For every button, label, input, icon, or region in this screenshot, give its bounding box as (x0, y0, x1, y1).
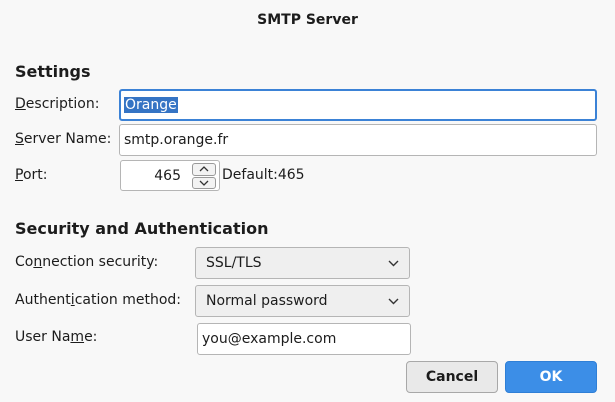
description-label: Description: (15, 96, 100, 112)
port-stepper-arrows (192, 163, 216, 189)
dialog-title: SMTP Server (257, 12, 358, 28)
server-name-label: Server Name: (15, 131, 112, 147)
cancel-button[interactable]: Cancel (406, 361, 498, 393)
username-input[interactable]: you@example.com (197, 323, 411, 355)
chevron-up-icon[interactable] (192, 163, 216, 176)
server-name-input[interactable]: smtp.orange.fr (119, 124, 597, 156)
port-value: 465 (154, 167, 181, 184)
security-heading: Security and Authentication (15, 219, 269, 238)
description-value: Orange (124, 97, 178, 113)
port-default-text: Default:465 (222, 167, 305, 183)
port-stepper[interactable]: 465 (120, 160, 220, 191)
smtp-server-dialog: SMTP Server Settings Description: Orange… (0, 0, 615, 402)
connection-security-label: Connection security: (15, 254, 159, 270)
auth-method-value: Normal password (206, 293, 328, 309)
connection-security-value: SSL/TLS (206, 255, 262, 271)
auth-method-label: Authentication method: (15, 292, 182, 308)
auth-method-select[interactable]: Normal password (195, 285, 410, 317)
username-value: you@example.com (202, 331, 337, 347)
settings-heading: Settings (15, 62, 91, 81)
chevron-down-icon (388, 255, 399, 271)
description-input[interactable]: Orange (119, 89, 597, 121)
chevron-down-icon (388, 293, 399, 309)
server-name-value: smtp.orange.fr (124, 132, 229, 148)
ok-button[interactable]: OK (505, 361, 597, 393)
username-label: User Name: (15, 329, 98, 345)
port-label: Port: (15, 167, 48, 183)
chevron-down-icon[interactable] (192, 176, 216, 189)
connection-security-select[interactable]: SSL/TLS (195, 247, 410, 279)
